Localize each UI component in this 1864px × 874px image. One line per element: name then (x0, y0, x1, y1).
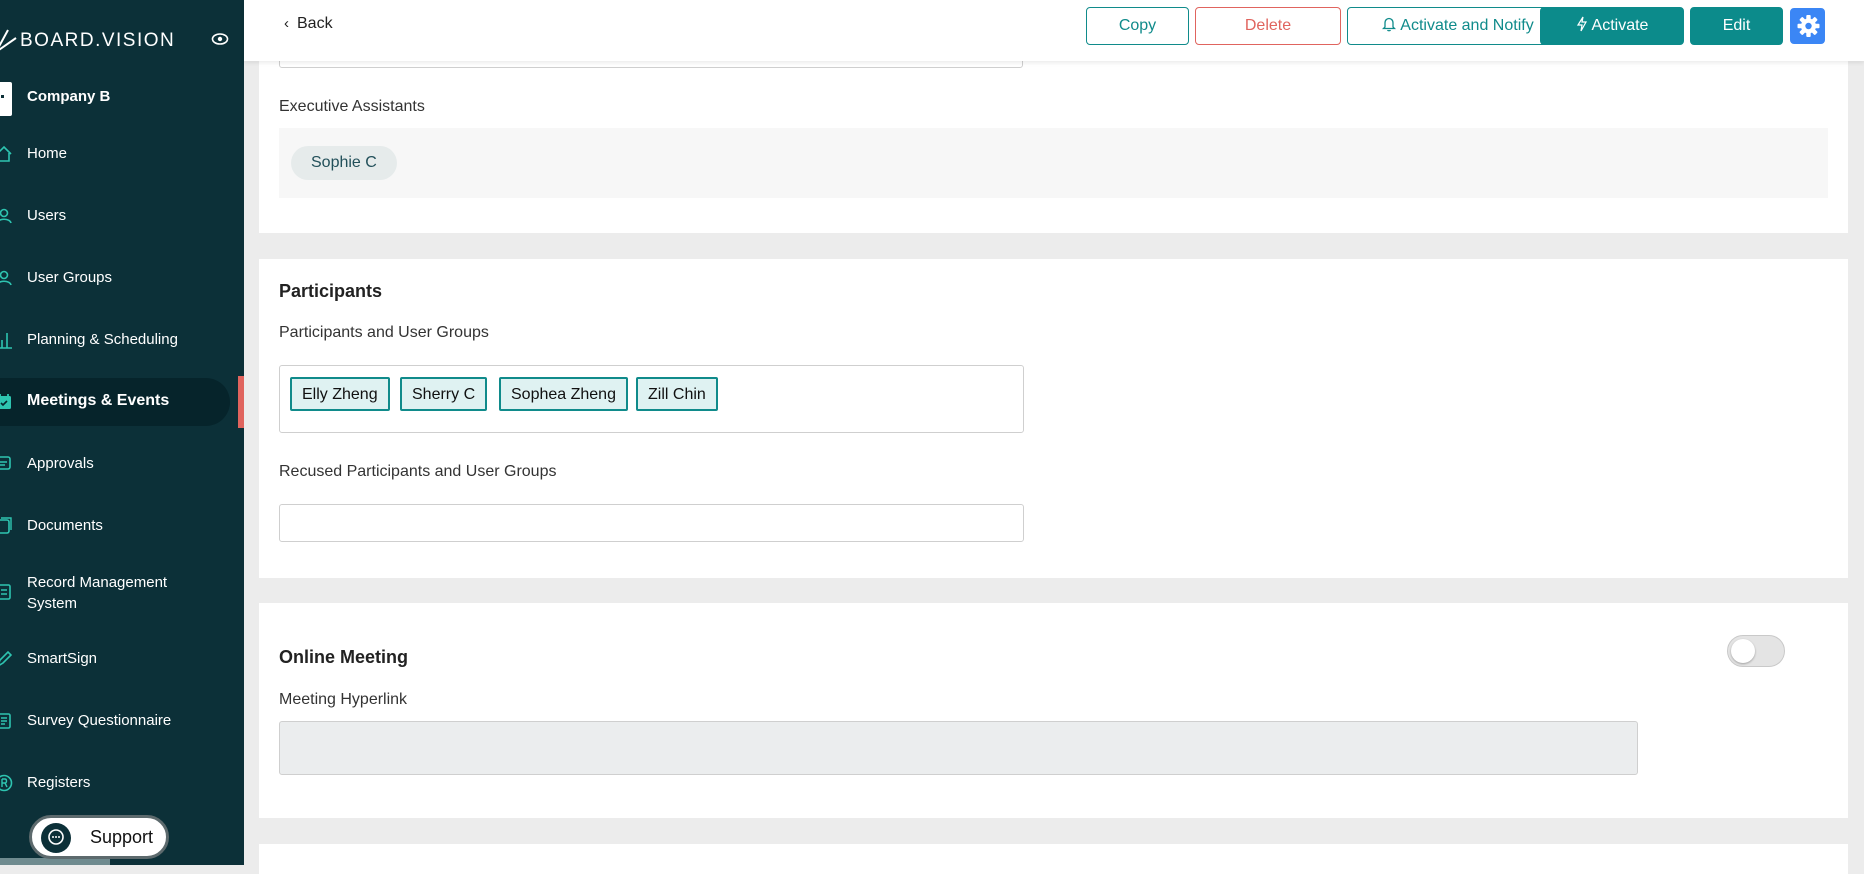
participant-tag[interactable]: Sophea Zheng (499, 377, 628, 411)
brand-logo-icon (0, 29, 17, 51)
sidebar-item-label: Home (27, 145, 68, 162)
executive-assistants-label: Executive Assistants (279, 98, 425, 115)
activate-notify-button[interactable]: Activate and Notify (1347, 7, 1569, 45)
sidebar-item-label: Record Management System (27, 574, 168, 612)
sidebar-item-smartsign[interactable]: SmartSign (0, 637, 230, 681)
meeting-hyperlink-label: Meeting Hyperlink (279, 691, 408, 708)
sidebar-item-label: SmartSign (27, 650, 98, 667)
sidebar-item-label: Documents (27, 517, 103, 534)
calendar-icon (0, 394, 11, 409)
copy-button[interactable]: Copy (1086, 7, 1189, 45)
active-indicator (238, 376, 244, 428)
chevron-left-icon: ‹ (284, 15, 289, 32)
participants-title: Participants (279, 281, 383, 301)
activate-button[interactable]: Activate (1540, 7, 1684, 45)
chart-icon (0, 333, 12, 349)
delete-button[interactable]: Delete (1195, 7, 1341, 45)
support-button[interactable]: Support (29, 815, 169, 859)
online-meeting-card: Online Meeting Meeting Hyperlink (259, 603, 1848, 818)
activate-notify-label: Activate and Notify (1400, 17, 1534, 34)
lightning-icon (1576, 16, 1587, 32)
meeting-hyperlink-input[interactable] (279, 721, 1638, 775)
participants-card: Participants Participants and User Group… (259, 259, 1848, 578)
sidebar-item-approvals[interactable]: Approvals (0, 442, 230, 486)
sidebar-item-label: Users (27, 207, 67, 224)
sidebar-item-label: User Groups (27, 269, 113, 286)
participants-input[interactable]: Elly Zheng Sherry C Sophea Zheng Zill Ch… (279, 365, 1024, 433)
online-meeting-title: Online Meeting (279, 647, 409, 667)
brand-name: BOARD.VISION (20, 30, 176, 51)
back-label: Back (297, 15, 333, 32)
sidebar-item-registers[interactable]: Registers (0, 761, 230, 805)
sidebar: BOARD.VISION Company B Home Users User G… (0, 0, 244, 865)
brand[interactable]: BOARD.VISION (0, 24, 244, 58)
sidebar-item-label: Approvals (27, 455, 94, 472)
sidebar-item-users[interactable]: Users (0, 194, 230, 238)
settings-button[interactable] (1790, 8, 1825, 44)
registers-icon (0, 774, 13, 792)
sidebar-item-label: Survey Questionnaire (27, 712, 172, 729)
user-group-icon (0, 270, 12, 286)
sidebar-item-user-groups[interactable]: User Groups (0, 256, 230, 300)
recused-participants-label: Recused Participants and User Groups (279, 463, 557, 480)
survey-icon (0, 713, 11, 729)
sidebar-item-survey[interactable]: Survey Questionnaire (0, 699, 230, 743)
sidebar-item-record-management[interactable]: Record Management System (0, 568, 230, 616)
participant-tag[interactable]: Zill Chin (636, 377, 718, 411)
sidebar-item-home[interactable]: Home (0, 132, 230, 176)
sidebar-item-planning[interactable]: Planning & Scheduling (0, 318, 230, 362)
eye-icon[interactable] (211, 32, 229, 46)
documents-icon (0, 517, 12, 534)
bell-icon (1382, 17, 1397, 32)
sidebar-item-documents[interactable]: Documents (0, 504, 230, 548)
support-label: Support (90, 827, 154, 847)
toggle-knob (1731, 639, 1755, 663)
company-selector[interactable]: Company B (0, 80, 244, 116)
gear-icon (1797, 15, 1820, 37)
top-toolbar: ‹ Back Copy Delete Activate and Notify Ac… (244, 0, 1864, 61)
recused-participants-input[interactable] (279, 504, 1024, 542)
pen-icon (0, 650, 13, 666)
home-icon (0, 145, 12, 162)
company-logo (0, 82, 12, 116)
executive-assistant-pill[interactable]: Sophie C (291, 146, 397, 180)
edit-button[interactable]: Edit (1690, 7, 1783, 45)
online-meeting-toggle[interactable] (1727, 635, 1785, 667)
back-link[interactable]: ‹ Back (284, 15, 333, 33)
participant-tag[interactable]: Sherry C (400, 377, 488, 411)
next-section-card (259, 844, 1848, 874)
record-icon (0, 584, 11, 600)
approval-icon (0, 456, 11, 470)
sidebar-item-meetings[interactable]: Meetings & Events (0, 378, 230, 426)
sidebar-item-label: Planning & Scheduling (27, 331, 178, 348)
company-name: Company B (27, 88, 111, 105)
executive-assistants-list: Sophie C (279, 128, 1828, 198)
sidebar-bottom-strip (0, 858, 110, 865)
activate-label: Activate (1591, 17, 1649, 34)
participants-groups-label: Participants and User Groups (279, 324, 489, 341)
participant-tag[interactable]: Elly Zheng (290, 377, 390, 411)
user-icon (0, 208, 12, 224)
chat-icon (41, 823, 71, 853)
sidebar-item-label: Registers (27, 774, 91, 791)
sidebar-item-label: Meetings & Events (27, 392, 170, 409)
